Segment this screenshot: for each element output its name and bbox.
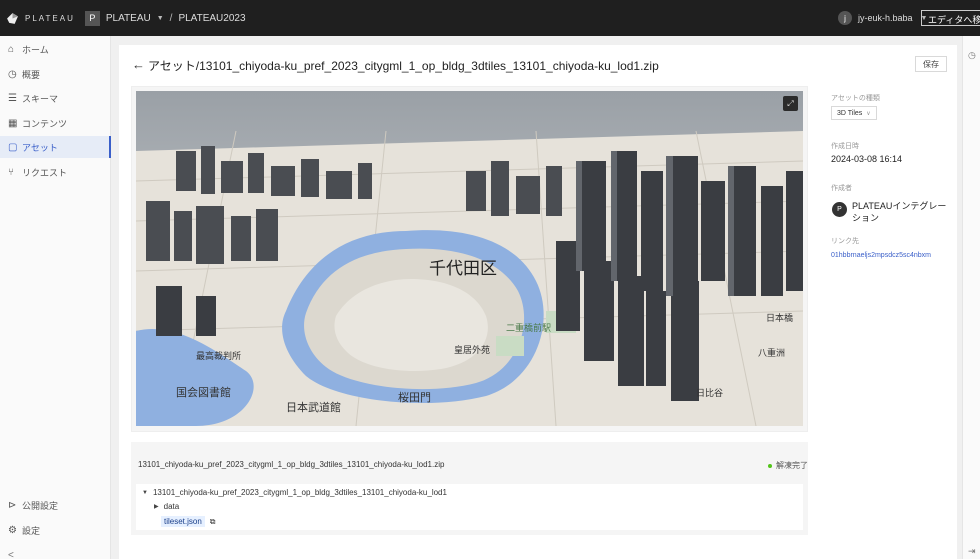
file-icon: ▢ [8, 141, 18, 153]
fullscreen-icon: ⤢ [787, 98, 794, 108]
sidebar-item-asset[interactable]: ▢ アセット [0, 136, 111, 158]
map-label-place-d: 国会図書館 [176, 385, 231, 399]
file-tree: ▼ 13101_chiyoda-ku_pref_2023_citygml_1_o… [136, 484, 803, 530]
sidebar-item-label: アセット [22, 142, 58, 153]
workspace-dropdown-icon[interactable]: ▼ [157, 15, 164, 22]
tree-node-root[interactable]: ▼ 13101_chiyoda-ku_pref_2023_citygml_1_o… [142, 488, 447, 497]
table-icon: ▦ [8, 117, 18, 129]
tree-node-label[interactable]: tileset.json [161, 516, 205, 527]
creator-name: PLATEAUインテグレーション [852, 201, 947, 223]
created-at-value: 2024-03-08 16:14 [831, 154, 903, 164]
go-to-editor-button[interactable]: エディタへ移動 [921, 10, 980, 26]
expand-panel-icon[interactable]: ⇥ [968, 546, 976, 557]
asset-type-card: アセットの種類 3D Tiles ∨ [824, 86, 957, 132]
sidebar-item-label: ホーム [22, 44, 49, 55]
workspace-badge[interactable]: P [84, 10, 100, 26]
map-label-place-i: 日比谷 [696, 387, 723, 399]
3d-map-view[interactable]: 千代田区 日本武道館 皇居外苑 桜田門 国会図書館 最高裁判所 二重橋前駅 八重… [136, 91, 803, 426]
caret-down-icon[interactable]: ▼ [142, 490, 148, 496]
clock-icon: ◷ [8, 68, 17, 80]
pull-request-icon: ⑂ [8, 166, 14, 178]
tree-node-file[interactable]: tileset.json ⧉ [161, 516, 216, 527]
status-badge: 解凍完了 [768, 460, 808, 471]
map-label-place-h: 日本橋 [766, 312, 793, 324]
copy-icon[interactable]: ⧉ [210, 517, 216, 527]
fullscreen-button[interactable]: ⤢ [783, 96, 798, 111]
creator-card: 作成者 P PLATEAUインテグレーション [824, 176, 957, 226]
sidebar-item-request[interactable]: ⑂ リクエスト [0, 161, 111, 183]
sidebar-item-overview[interactable]: ◷ 概要 [0, 63, 111, 85]
map-label-ward: 千代田区 [429, 259, 497, 279]
list-icon: ☰ [8, 92, 17, 104]
sidebar-item-publish-settings[interactable]: ⊳ 公開設定 [0, 494, 111, 516]
workspace-name[interactable]: PLATEAU [106, 13, 151, 24]
map-label-place-f: 二重橋前駅 [506, 322, 551, 334]
sidebar-item-content[interactable]: ▦ コンテンツ [0, 112, 111, 134]
sidebar-item-label: 公開設定 [22, 500, 59, 511]
user-menu[interactable]: j jy-euk-h.baba ▼ [838, 11, 927, 25]
created-at-label: 作成日時 [831, 143, 859, 150]
map-label-place-e: 最高裁判所 [196, 350, 241, 362]
sidebar-item-label: 概要 [22, 69, 41, 80]
asset-type-label: アセットの種類 [831, 95, 880, 102]
home-icon: ⌂ [8, 43, 15, 55]
tree-node-folder[interactable]: ▶ data [154, 502, 179, 511]
status-text: 解凍完了 [776, 461, 808, 470]
asset-type-select[interactable]: 3D Tiles ∨ [831, 106, 877, 120]
sidebar-item-label: リクエスト [22, 167, 68, 178]
send-icon: ⊳ [8, 499, 17, 511]
sidebar-item-label: 設定 [22, 525, 41, 536]
map-label-place-b: 皇居外苑 [454, 344, 490, 356]
sidebar-item-settings[interactable]: ⚙ 設定 [0, 519, 111, 541]
map-label-place-g: 八重洲 [758, 347, 785, 359]
gear-icon: ⚙ [8, 524, 17, 536]
user-name[interactable]: jy-euk-h.baba [858, 13, 913, 23]
logo-text: PLATEAU [25, 13, 75, 23]
right-panel-strip: ◷ ⇥ [962, 36, 980, 559]
back-arrow-icon[interactable]: ← [132, 57, 145, 72]
status-dot-icon [768, 463, 772, 468]
avatar[interactable]: j [838, 11, 852, 25]
tree-node-label: data [163, 502, 180, 511]
save-button[interactable]: 保存 [915, 56, 947, 72]
top-bar: PLATEAU P PLATEAU ▼ / PLATEAU2023 j jy-e… [0, 0, 980, 36]
breadcrumb-separator: / [169, 12, 173, 24]
file-name: 13101_chiyoda-ku_pref_2023_citygml_1_op_… [138, 460, 445, 469]
sidebar-item-schema[interactable]: ☰ スキーマ [0, 87, 111, 109]
created-at-card: 作成日時 2024-03-08 16:14 [824, 135, 957, 172]
sidebar-item-home[interactable]: ⌂ ホーム [0, 38, 111, 60]
asset-type-value: 3D Tiles [837, 109, 863, 117]
map-canvas[interactable]: 千代田区 日本武道館 皇居外苑 桜田門 国会図書館 最高裁判所 二重橋前駅 八重… [136, 91, 803, 426]
logo[interactable]: PLATEAU [6, 12, 75, 25]
tree-node-label: 13101_chiyoda-ku_pref_2023_citygml_1_op_… [152, 488, 447, 497]
link-card: リンク先 01hbbrnaeljs2mpsdcz5sc4nbxm [824, 229, 957, 269]
map-label-place-c: 桜田門 [398, 390, 431, 404]
sidebar: ⌂ ホーム ◷ 概要 ☰ スキーマ ▦ コンテンツ ▢ アセット ⑂ リクエスト… [0, 36, 111, 559]
creator-label: 作成者 [831, 185, 852, 192]
collapse-sidebar-icon[interactable]: < [8, 550, 14, 559]
link-value[interactable]: 01hbbrnaeljs2mpsdcz5sc4nbxm [831, 252, 931, 259]
project-name[interactable]: PLATEAU2023 [178, 13, 245, 24]
page-title: アセット/13101_chiyoda-ku_pref_2023_citygml_… [148, 59, 659, 73]
chevron-down-icon: ∨ [866, 110, 871, 117]
caret-right-icon[interactable]: ▶ [154, 503, 159, 510]
plateau-logo-icon [7, 12, 18, 24]
link-label: リンク先 [831, 238, 859, 245]
clock-icon[interactable]: ◷ [968, 50, 976, 61]
map-label-place-a: 日本武道館 [286, 400, 341, 414]
sidebar-item-label: スキーマ [22, 93, 59, 104]
sidebar-item-label: コンテンツ [22, 118, 68, 129]
avatar: P [832, 202, 847, 217]
